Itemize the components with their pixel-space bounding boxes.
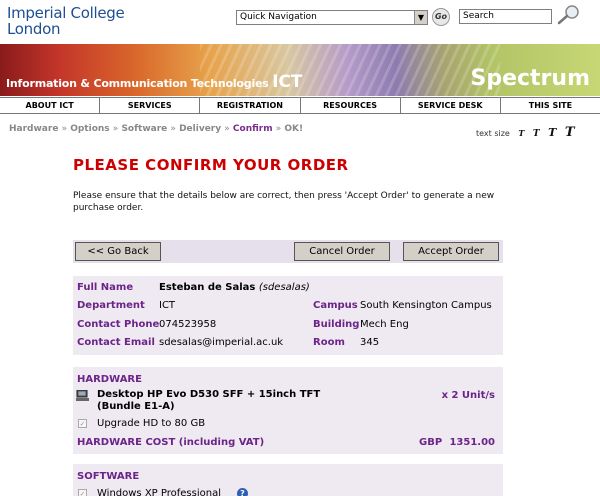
hardware-panel: HARDWARE Desktop HP Evo D530 SFF + 15inc… [73, 367, 503, 454]
hardware-option: Upgrade HD to 80 GB [97, 418, 206, 429]
nav-services[interactable]: SERVICES [100, 98, 201, 113]
breadcrumb-ok: OK! [284, 124, 304, 134]
building-value: Mech Eng [360, 319, 409, 330]
text-size-small[interactable]: T [518, 128, 524, 138]
breadcrumb-hardware[interactable]: Hardware [9, 124, 58, 134]
text-size-label: text size [476, 129, 510, 138]
hardware-item-line1: Desktop HP Evo D530 SFF + 15inch TFT [97, 389, 321, 400]
banner-dept: Information & Communication Technologies [6, 77, 269, 90]
text-size-large[interactable]: T [548, 126, 556, 139]
breadcrumb: Hardware » Options » Software » Delivery… [9, 124, 303, 134]
full-name: Esteban de Salas [159, 282, 256, 293]
banner-ict: ICT [272, 72, 303, 92]
text-size-control: text size T T T T [476, 125, 575, 140]
hardware-cost-value: 1351.00 [449, 437, 495, 448]
quick-navigation-select[interactable]: Quick Navigation ▼ [236, 10, 428, 25]
breadcrumb-confirm: Confirm [232, 124, 273, 134]
magnifier-icon[interactable] [556, 4, 582, 26]
breadcrumb-delivery[interactable]: Delivery [179, 124, 221, 134]
full-name-value: Esteban de Salas (sdesalas) [159, 282, 310, 293]
nav-resources[interactable]: RESOURCES [301, 98, 401, 113]
search-input[interactable]: Search [459, 9, 552, 24]
contact-email-value: sdesalas@imperial.ac.uk [159, 337, 284, 348]
user-details-panel: Full Name Esteban de Salas (sdesalas) De… [73, 276, 503, 355]
room-value: 345 [360, 337, 380, 348]
action-bar: << Go Back Cancel Order Accept Order [73, 240, 503, 263]
go-button[interactable]: Go [432, 8, 450, 26]
building-label: Building [313, 319, 360, 330]
nav-registration[interactable]: REGISTRATION [200, 98, 301, 113]
department-label: Department [77, 300, 145, 311]
breadcrumb-options[interactable]: Options [70, 124, 109, 134]
nav-this-site[interactable]: THIS SITE [501, 98, 600, 113]
breadcrumb-sep: » [224, 124, 230, 134]
help-icon[interactable]: ? [237, 488, 248, 496]
top-header: Imperial College London Quick Navigation… [0, 0, 600, 44]
hardware-item-line2: (Bundle E1-A) [97, 401, 175, 412]
full-name-label: Full Name [77, 282, 134, 293]
text-size-medium[interactable]: T [533, 129, 540, 139]
contact-email-label: Contact Email [77, 337, 155, 348]
banner-title: Information & Communication Technologies… [6, 72, 302, 92]
campus-label: Campus [313, 300, 358, 311]
quick-navigation-value: Quick Navigation [240, 12, 317, 22]
text-size-xlarge[interactable]: T [565, 125, 575, 140]
department-value: ICT [159, 300, 176, 311]
software-panel: SOFTWARE ✓ Windows XP Professional ? [73, 464, 503, 496]
hardware-cost-label: HARDWARE COST (including VAT) [77, 437, 265, 448]
accept-order-button[interactable]: Accept Order [403, 242, 499, 261]
software-heading: SOFTWARE [77, 471, 140, 482]
checkbox-icon: ✓ [78, 489, 87, 496]
hardware-quantity: x 2 Unit/s [441, 390, 495, 401]
checkbox-icon: ✓ [78, 419, 87, 428]
hardware-cost-currency: GBP [419, 437, 443, 448]
nav-about-ict[interactable]: ABOUT ICT [0, 98, 101, 113]
breadcrumb-software[interactable]: Software [121, 124, 167, 134]
computer-icon [76, 390, 89, 401]
breadcrumb-sep: » [61, 124, 68, 134]
contact-phone-label: Contact Phone [77, 319, 160, 330]
go-back-button[interactable]: << Go Back [75, 242, 161, 261]
intro-text: Please ensure that the details below are… [73, 191, 495, 213]
breadcrumb-sep: » [112, 124, 119, 134]
hardware-heading: HARDWARE [77, 374, 142, 385]
nav-service-desk[interactable]: SERVICE DESK [401, 98, 501, 113]
page-title: PLEASE CONFIRM YOUR ORDER [73, 156, 349, 174]
contact-phone-value: 074523958 [159, 319, 217, 330]
cancel-order-button[interactable]: Cancel Order [294, 242, 390, 261]
spectrum-logo: Spectrum [470, 66, 590, 91]
main-nav: ABOUT ICT SERVICES REGISTRATION RESOURCE… [0, 97, 600, 114]
campus-value: South Kensington Campus [360, 300, 492, 311]
software-item: Windows XP Professional [97, 488, 221, 496]
breadcrumb-sep: » [275, 124, 282, 134]
username: (sdesalas) [258, 282, 310, 293]
room-label: Room [313, 337, 345, 348]
breadcrumb-sep: » [170, 124, 176, 134]
chevron-down-icon[interactable]: ▼ [414, 11, 427, 24]
logo-line2[interactable]: London [7, 20, 60, 38]
